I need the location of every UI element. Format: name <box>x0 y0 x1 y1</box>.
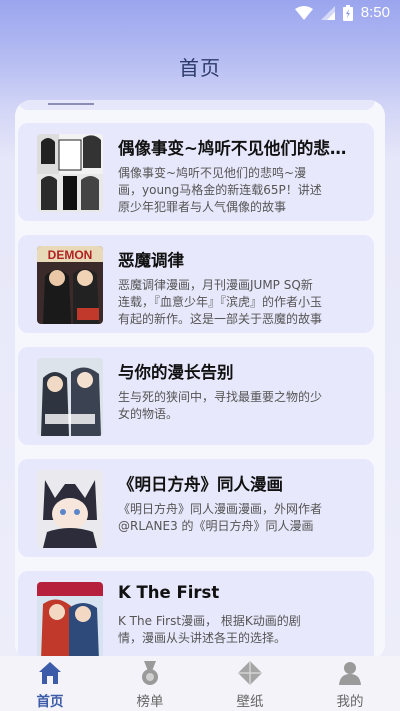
tab-label: 首页 <box>36 694 64 710</box>
tab-profile[interactable]: 我的 <box>300 656 400 711</box>
comic-list[interactable]: 偶像事变~鸠听不见他们的悲鸣~漫画 偶像事变~鸠听不见他们的悲鸣~漫画，youn… <box>15 100 385 660</box>
list-item[interactable]: 偶像事变~鸠听不见他们的悲鸣~漫画 偶像事变~鸠听不见他们的悲鸣~漫画，youn… <box>18 123 374 221</box>
comic-title: 偶像事变~鸠听不见他们的悲鸣~漫画 <box>118 139 358 158</box>
tab-label: 我的 <box>336 694 364 710</box>
wifi-icon <box>294 5 313 20</box>
comic-title: 恶魔调律 <box>118 251 184 270</box>
battery-icon <box>342 4 353 21</box>
medal-icon <box>142 661 158 685</box>
comic-description: 恶魔调律漫画，月刊漫画JUMP SQ新连载，『血意少年』『滨虎』的作者小玉有起的… <box>118 278 323 326</box>
comic-cover <box>37 134 103 212</box>
comic-title: 《明日方舟》同人漫画 <box>118 475 283 494</box>
tab-rankings[interactable]: 榜单 <box>100 656 200 711</box>
tab-label: 榜单 <box>136 694 164 710</box>
list-item[interactable]: DEMON 恶魔调律 恶魔调律漫画，月刊漫画JUMP SQ新连载，『血意少年』『… <box>18 235 374 333</box>
comic-description: K The First漫画， 根据K动画的剧情，漫画从头讲述各王的选择。 <box>118 614 301 645</box>
tab-label: 壁纸 <box>236 694 264 710</box>
comic-cover <box>37 582 103 660</box>
comic-cover: DEMON <box>37 246 103 324</box>
comic-description: 《明日方舟》同人漫画漫画，外网作者@RLANE3 的《明日方舟》同人漫画 <box>118 502 323 533</box>
status-bar: 8:50 <box>0 0 400 28</box>
tab-home[interactable]: 首页 <box>0 656 100 711</box>
comic-cover <box>37 470 103 548</box>
home-icon <box>39 662 61 684</box>
list-item[interactable]: 与你的漫长告别 生与死的狭间中，寻找最重要之物的少女的物语。 <box>18 347 374 445</box>
tab-wallpaper[interactable]: 壁纸 <box>200 656 300 711</box>
comic-description: 偶像事变~鸠听不见他们的悲鸣~漫画，young马格金的新连载65P！讲述原少年犯… <box>118 166 322 214</box>
comic-title: 与你的漫长告别 <box>118 363 234 382</box>
status-time: 8:50 <box>360 4 390 21</box>
list-item[interactable]: 《明日方舟》同人漫画 《明日方舟》同人漫画漫画，外网作者@RLANE3 的《明日… <box>18 459 374 557</box>
user-icon <box>339 662 361 685</box>
comic-cover <box>37 358 103 436</box>
bottom-tab-bar: 首页 榜单 壁纸 我的 <box>0 656 400 711</box>
signal-icon <box>320 5 335 20</box>
partial-list-item[interactable] <box>18 100 375 110</box>
wallpaper-icon <box>238 661 262 685</box>
list-item[interactable]: K The First K The First漫画， 根据K动画的剧情，漫画从头… <box>18 571 374 660</box>
comic-title: K The First <box>118 583 220 602</box>
comic-description: 生与死的狭间中，寻找最重要之物的少女的物语。 <box>118 390 323 421</box>
svg-text:DEMON: DEMON <box>48 248 93 262</box>
page-title: 首页 <box>179 56 221 80</box>
